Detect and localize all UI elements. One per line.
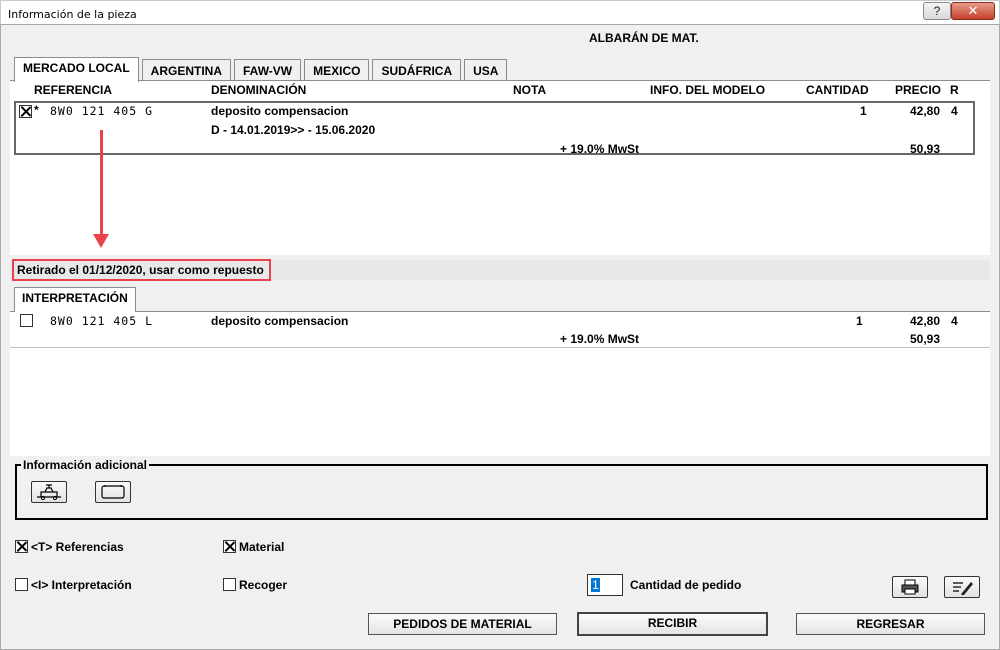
row-checkbox[interactable] — [19, 105, 32, 118]
col-info-modelo: INFO. DEL MODELO — [650, 83, 766, 97]
help-button[interactable]: ? — [923, 2, 951, 20]
additional-info-legend: Información adicional — [21, 458, 150, 472]
interp-tax-label: + 19.0% MwSt — [560, 332, 640, 346]
quantity-label: Cantidad de pedido — [630, 578, 742, 592]
header-title: ALBARÁN DE MAT. — [589, 31, 699, 45]
material-checkbox[interactable] — [223, 540, 236, 553]
quantity-value: 1 — [591, 578, 600, 592]
market-tabs: MERCADO LOCAL ARGENTINA FAW-VW MEXICO SU… — [14, 57, 510, 82]
col-precio: PRECIO — [895, 83, 942, 97]
part-reference: 8W0 121 405 G — [50, 104, 154, 118]
col-denominacion: DENOMINACIÓN — [211, 83, 307, 97]
col-nota: NOTA — [513, 83, 547, 97]
interp-quantity: 1 — [856, 314, 863, 328]
title-bar: Información de la pieza ? ✕ — [0, 0, 1000, 26]
screen-icon[interactable] — [95, 481, 131, 503]
print-icon[interactable] — [892, 576, 928, 598]
regresar-button[interactable]: REGRESAR — [796, 613, 985, 635]
quantity-input[interactable]: 1 — [587, 574, 623, 596]
tab-usa[interactable]: USA — [464, 59, 508, 81]
interpretacion-label: <I> Interpretación — [31, 578, 132, 592]
recoger-label: Recoger — [239, 578, 288, 592]
col-referencia: REFERENCIA — [34, 83, 113, 97]
material-label: Material — [239, 540, 285, 554]
option-interpretacion[interactable]: <I> Interpretación — [15, 578, 132, 592]
referencias-checkbox[interactable] — [15, 540, 28, 553]
tab-sudafrica[interactable]: SUDÁFRICA — [372, 59, 462, 81]
option-referencias[interactable]: <T> Referencias — [15, 540, 124, 554]
vehicle-lift-icon[interactable] — [31, 481, 67, 503]
part-r: 4 — [951, 104, 958, 118]
tab-faw-vw[interactable]: FAW-VW — [234, 59, 302, 81]
pedidos-material-button[interactable]: PEDIDOS DE MATERIAL — [368, 613, 557, 635]
part-description: deposito compensacion — [211, 104, 349, 118]
row-marker: * — [34, 103, 39, 117]
interp-price: 42,80 — [909, 314, 940, 328]
recibir-button[interactable]: RECIBIR — [577, 612, 768, 636]
interp-price-with-tax: 50,93 — [909, 332, 940, 346]
status-text: Retirado el 01/12/2020, usar como repues… — [17, 263, 264, 277]
tab-interpretacion[interactable]: INTERPRETACIÓN — [14, 287, 136, 312]
col-r: R — [950, 83, 959, 97]
col-cantidad: CANTIDAD — [806, 83, 869, 97]
edit-icon[interactable] — [944, 576, 980, 598]
tax-label: + 19.0% MwSt — [560, 142, 640, 156]
interpretation-table — [10, 311, 990, 456]
row-divider — [10, 347, 990, 348]
part-validity: D - 14.01.2019>> - 15.06.2020 — [211, 123, 376, 137]
interp-reference: 8W0 121 405 L — [50, 314, 154, 328]
interp-row-checkbox[interactable] — [20, 314, 33, 327]
annotation-arrow-head-icon — [93, 234, 109, 248]
part-price: 42,80 — [909, 104, 940, 118]
tab-mexico[interactable]: MEXICO — [304, 59, 370, 81]
option-recoger[interactable]: Recoger — [223, 578, 287, 592]
annotation-arrow-line — [100, 130, 103, 236]
interp-description: deposito compensacion — [211, 314, 349, 328]
additional-info-group — [15, 464, 988, 520]
referencias-label: <T> Referencias — [31, 540, 124, 554]
interpretacion-checkbox[interactable] — [15, 578, 28, 591]
table-row[interactable] — [14, 101, 975, 155]
part-quantity: 1 — [860, 104, 867, 118]
price-with-tax: 50,93 — [909, 142, 940, 156]
tab-argentina[interactable]: ARGENTINA — [141, 59, 232, 81]
option-material[interactable]: Material — [223, 540, 284, 554]
recoger-checkbox[interactable] — [223, 578, 236, 591]
window-title: Información de la pieza — [8, 8, 137, 21]
interp-r: 4 — [951, 314, 958, 328]
close-button[interactable]: ✕ — [951, 2, 995, 20]
tab-mercado-local[interactable]: MERCADO LOCAL — [14, 57, 139, 82]
